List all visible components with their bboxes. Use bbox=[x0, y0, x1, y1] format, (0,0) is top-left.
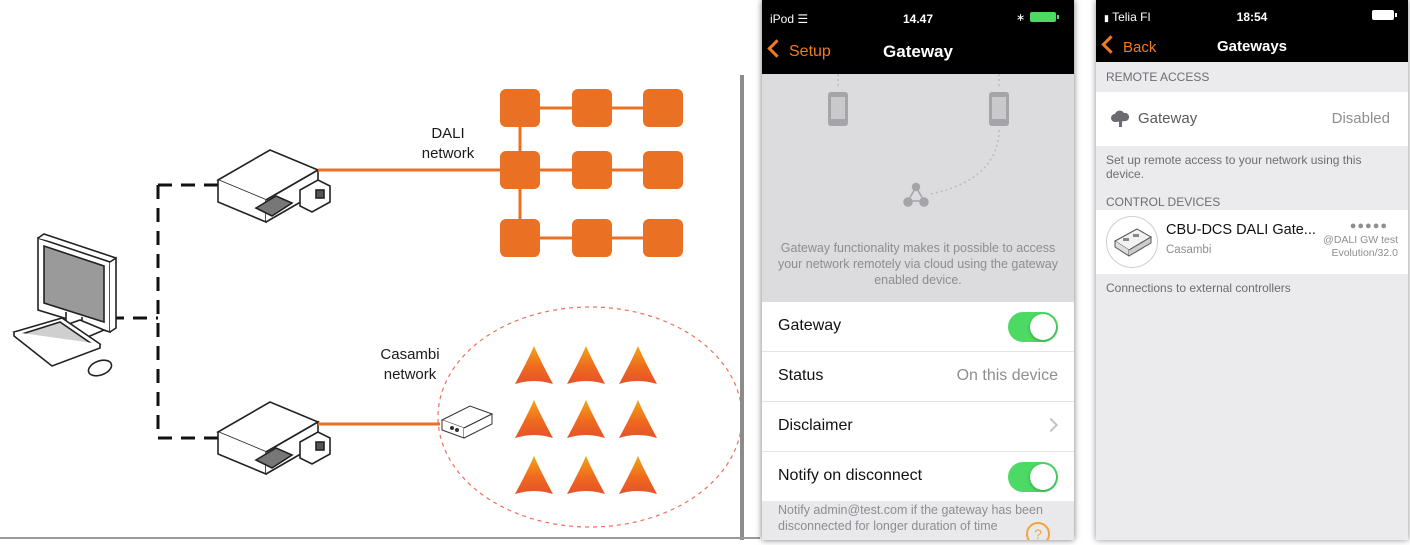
control-devices-header: CONTROL DEVICES bbox=[1106, 195, 1221, 209]
dali-node bbox=[500, 151, 540, 189]
dali-nodes bbox=[500, 89, 683, 257]
nav-bar: iPod ☰ 14.47 ∗ Setup Gateway bbox=[762, 0, 1074, 74]
toggle-knob bbox=[1030, 464, 1056, 490]
row-disclaimer[interactable]: Disclaimer bbox=[762, 402, 1074, 452]
gateway-label: Gateway bbox=[1138, 110, 1198, 127]
help-button[interactable]: ? bbox=[1026, 522, 1050, 540]
nav-bar: ▮ Telia FI 18:54 Back Gateways bbox=[1096, 0, 1408, 62]
row-status: Status On this device bbox=[762, 352, 1074, 402]
device-row[interactable]: CBU-DCS DALI Gate... Casambi ●●●●● @DALI… bbox=[1096, 210, 1408, 274]
luminaire-icon bbox=[619, 456, 657, 494]
dali-node bbox=[572, 219, 612, 257]
device-network: @DALI GW test bbox=[1323, 234, 1398, 246]
device-vendor: Casambi bbox=[1166, 244, 1212, 256]
cloud-upload-icon bbox=[1110, 110, 1130, 133]
page-title: Gateway bbox=[883, 42, 953, 61]
battery-icon: ∗ bbox=[1016, 11, 1059, 24]
status-icons: ∗ bbox=[1016, 10, 1066, 28]
help-icon: ? bbox=[1034, 526, 1042, 540]
casambi-luminaires bbox=[515, 346, 657, 494]
chevron-right-icon bbox=[1043, 417, 1059, 433]
toggle-knob bbox=[1030, 314, 1056, 340]
gateway-toggle[interactable] bbox=[1008, 312, 1058, 342]
luminaire-icon bbox=[619, 400, 657, 438]
row-status-value: On this device bbox=[956, 367, 1058, 384]
row-gateway: Gateway bbox=[762, 302, 1074, 352]
diagram-canvas bbox=[12, 89, 743, 528]
network-diagram: DALI network Casambi network bbox=[0, 0, 743, 540]
row-notify: Notify on disconnect bbox=[762, 452, 1074, 501]
computer-icon bbox=[12, 233, 117, 377]
luminaire-icon bbox=[619, 346, 657, 384]
phone-gateway-screen: iPod ☰ 14.47 ∗ Setup Gateway Gateway fun… bbox=[762, 0, 1074, 540]
row-notify-label: Notify on disconnect bbox=[778, 467, 923, 484]
settings-list: Gateway Status On this device Disclaimer… bbox=[762, 302, 1074, 501]
status-icons bbox=[1360, 8, 1400, 26]
page-title: Gateways bbox=[1216, 38, 1288, 55]
svg-text:∗: ∗ bbox=[1016, 11, 1025, 23]
casambi-label-line1: Casambi bbox=[380, 346, 440, 363]
network-node-icon bbox=[903, 182, 929, 207]
casambi-label: Casambi network bbox=[374, 345, 446, 385]
illustration-graphic bbox=[828, 74, 1009, 207]
phone-left-icon bbox=[828, 92, 848, 126]
luminaire-icon bbox=[567, 400, 605, 438]
casambi-module-icon bbox=[440, 405, 494, 439]
dali-node bbox=[500, 219, 540, 257]
dali-gateway-device bbox=[216, 149, 331, 224]
dali-node bbox=[500, 89, 540, 127]
dali-node bbox=[643, 89, 683, 127]
setup-remote-text: Set up remote access to your network usi… bbox=[1106, 153, 1362, 181]
dali-network-lines bbox=[318, 106, 664, 240]
gateway-status-value: Disabled bbox=[1331, 110, 1390, 127]
dali-node bbox=[643, 151, 683, 189]
luminaire-icon bbox=[515, 456, 553, 494]
dali-label: DALI network bbox=[418, 124, 478, 164]
dali-label-line2: network bbox=[421, 145, 475, 162]
notify-toggle[interactable] bbox=[1008, 462, 1058, 492]
luminaire-icon bbox=[567, 346, 605, 384]
device-thumbnail bbox=[1106, 216, 1158, 268]
notify-footnote: Notify admin@test.com if the gateway has… bbox=[778, 503, 1043, 533]
row-status-label: Status bbox=[778, 367, 824, 384]
casambi-label-line2: network bbox=[383, 366, 437, 383]
luminaire-icon bbox=[515, 346, 553, 384]
battery-icon bbox=[1372, 10, 1397, 20]
row-disclaimer-label: Disclaimer bbox=[778, 417, 853, 434]
dali-label-line1: DALI bbox=[431, 125, 465, 142]
baseline-divider bbox=[0, 537, 760, 539]
dashed-connections bbox=[110, 183, 218, 440]
device-name: CBU-DCS DALI Gate... bbox=[1166, 222, 1316, 238]
casambi-gateway-device bbox=[216, 401, 331, 476]
phone-gateways-screen: ▮ Telia FI 18:54 Back Gateways REMOTE AC… bbox=[1096, 0, 1408, 540]
row-gateway-label: Gateway bbox=[778, 317, 842, 334]
vertical-divider bbox=[740, 75, 744, 540]
luminaire-icon bbox=[567, 456, 605, 494]
remote-access-header: REMOTE ACCESS bbox=[1106, 70, 1210, 84]
gateway-remote-row[interactable]: Gateway Disabled bbox=[1096, 92, 1408, 146]
external-controllers-text: Connections to external controllers bbox=[1106, 281, 1291, 295]
dali-node bbox=[643, 219, 683, 257]
phone-right-icon bbox=[989, 92, 1009, 126]
luminaire-icon bbox=[515, 400, 553, 438]
gateway-info-text: Gateway functionality makes it possible … bbox=[777, 241, 1058, 287]
dali-node bbox=[572, 89, 612, 127]
dali-node bbox=[572, 151, 612, 189]
device-firmware: Evolution/32.0 bbox=[1331, 247, 1398, 259]
signal-strength-icon: ●●●●● bbox=[1349, 220, 1388, 232]
